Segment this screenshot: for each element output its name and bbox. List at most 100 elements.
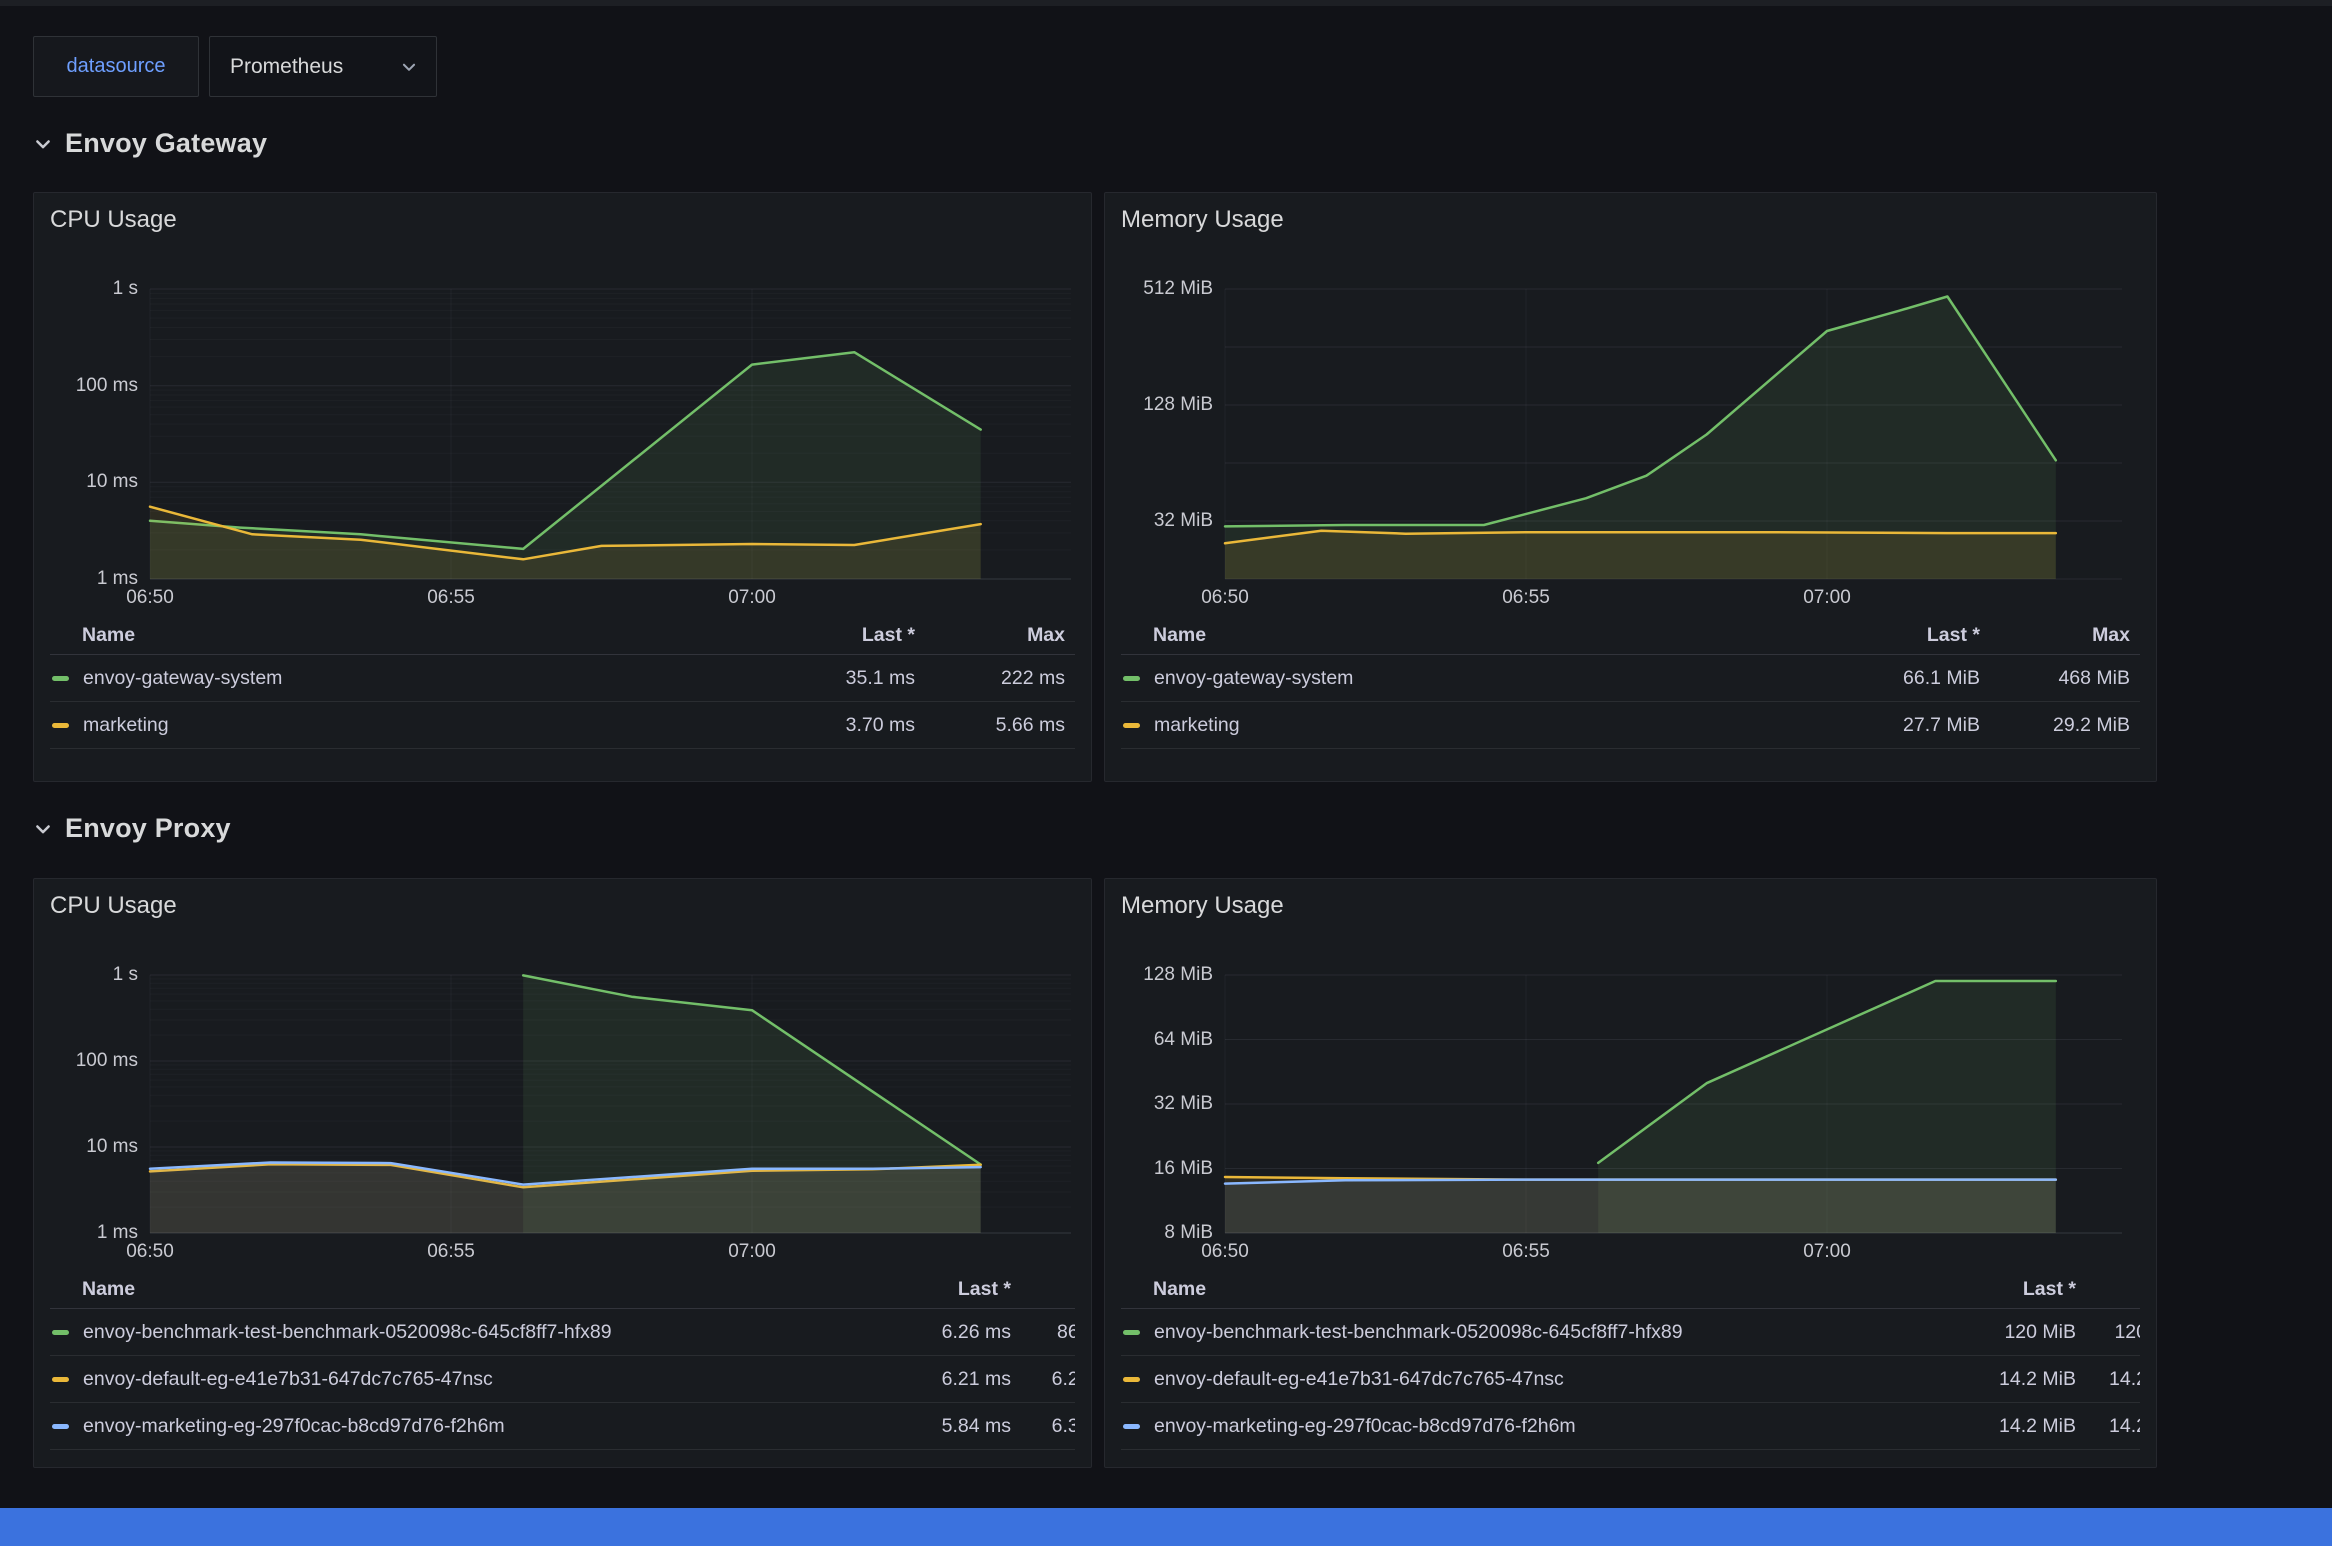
y-axis-tick-label: 100 ms (50, 375, 138, 397)
series-max-value: 29.2 MiB (1980, 714, 2130, 737)
series-color-swatch[interactable] (52, 1424, 69, 1429)
y-axis-tick-label: 1 s (50, 278, 138, 300)
series-color-swatch[interactable] (1123, 723, 1140, 728)
legend-column-last[interactable]: Last * (841, 1278, 1011, 1301)
panel-title[interactable]: Memory Usage (1121, 193, 2140, 235)
chevron-down-icon (33, 819, 53, 839)
x-axis-tick-label: 06:50 (1175, 587, 1275, 609)
legend-column-max[interactable]: Max (1980, 624, 2130, 647)
x-axis-tick-label: 06:50 (100, 587, 200, 609)
series-max-value: 14.2 MiB (2076, 1368, 2140, 1391)
panel-gateway-memory-usage: Memory Usage 512 MiB128 MiB32 MiB06:5006… (1104, 192, 2157, 782)
series-max-value: 6.32 ms (1011, 1415, 1075, 1438)
chart-canvas[interactable] (1121, 285, 2140, 611)
series-color-swatch[interactable] (1123, 1330, 1140, 1335)
series-last-value: 3.70 ms (745, 714, 915, 737)
y-axis-tick-label: 100 ms (50, 1050, 138, 1072)
legend-column-name[interactable]: Name (82, 1278, 841, 1301)
y-axis-tick-label: 512 MiB (1121, 278, 1213, 300)
legend-column-name[interactable]: Name (1153, 1278, 1906, 1301)
panel-title[interactable]: CPU Usage (50, 879, 1075, 921)
chart-canvas[interactable] (1121, 971, 2140, 1265)
legend-row: envoy-gateway-system 35.1 ms 222 ms (50, 655, 1075, 702)
legend-column-max[interactable]: Max (2076, 1278, 2140, 1301)
panel-title[interactable]: Memory Usage (1121, 879, 2140, 921)
panel-proxy-memory-usage: Memory Usage 128 MiB64 MiB32 MiB16 MiB8 … (1104, 878, 2157, 1468)
chart-canvas[interactable] (50, 285, 1075, 611)
series-last-value: 14.2 MiB (1906, 1368, 2076, 1391)
legend-row: envoy-marketing-eg-297f0cac-b8cd97d76-f2… (50, 1403, 1075, 1450)
legend-column-max[interactable]: Max (1011, 1278, 1075, 1301)
legend-column-last[interactable]: Last * (745, 624, 915, 647)
series-name[interactable]: marketing (83, 714, 745, 737)
legend-row: envoy-default-eg-e41e7b31-647dc7c765-47n… (50, 1356, 1075, 1403)
x-axis-tick-label: 06:55 (1476, 1241, 1576, 1263)
legend-column-name[interactable]: Name (82, 624, 745, 647)
variable-label-datasource[interactable]: datasource (33, 36, 199, 97)
chevron-down-icon (400, 58, 418, 76)
panel-gateway-cpu-usage: CPU Usage 1 s100 ms10 ms1 ms06:5006:5507… (33, 192, 1092, 782)
x-axis-tick-label: 06:55 (401, 1241, 501, 1263)
series-last-value: 35.1 ms (745, 667, 915, 690)
legend-column-max[interactable]: Max (915, 624, 1065, 647)
series-last-value: 5.84 ms (841, 1415, 1011, 1438)
section-header-envoy-gateway[interactable]: Envoy Gateway (33, 128, 267, 159)
series-last-value: 6.26 ms (841, 1321, 1011, 1344)
series-max-value: 860 ms (1011, 1321, 1075, 1344)
legend-row: envoy-default-eg-e41e7b31-647dc7c765-47n… (1121, 1356, 2140, 1403)
time-series-chart[interactable]: 128 MiB64 MiB32 MiB16 MiB8 MiB06:5006:55… (1121, 971, 2140, 1265)
series-color-swatch[interactable] (1123, 676, 1140, 681)
series-color-swatch[interactable] (52, 723, 69, 728)
series-color-swatch[interactable] (1123, 1424, 1140, 1429)
legend-column-last[interactable]: Last * (1810, 624, 1980, 647)
series-max-value: 222 ms (915, 667, 1065, 690)
legend-row: envoy-gateway-system 66.1 MiB 468 MiB (1121, 655, 2140, 702)
series-last-value: 6.21 ms (841, 1368, 1011, 1391)
legend-header: Name Last * Max (1121, 611, 2140, 655)
series-name[interactable]: marketing (1154, 714, 1810, 737)
x-axis-tick-label: 07:00 (1777, 1241, 1877, 1263)
series-max-value: 6.27 ms (1011, 1368, 1075, 1391)
y-axis-tick-label: 10 ms (50, 1136, 138, 1158)
y-axis-tick-label: 1 s (50, 964, 138, 986)
legend-row: marketing 3.70 ms 5.66 ms (50, 702, 1075, 749)
section-header-envoy-proxy[interactable]: Envoy Proxy (33, 813, 231, 844)
legend-column-last[interactable]: Last * (1906, 1278, 2076, 1301)
series-last-value: 66.1 MiB (1810, 667, 1980, 690)
series-name[interactable]: envoy-gateway-system (83, 667, 745, 690)
series-color-swatch[interactable] (1123, 1377, 1140, 1382)
legend-row: envoy-benchmark-test-benchmark-0520098c-… (1121, 1309, 2140, 1356)
series-last-value: 27.7 MiB (1810, 714, 1980, 737)
series-name[interactable]: envoy-default-eg-e41e7b31-647dc7c765-47n… (83, 1368, 841, 1391)
time-series-chart[interactable]: 512 MiB128 MiB32 MiB06:5006:5507:00 (1121, 285, 2140, 611)
template-variable-control: datasource Prometheus (33, 36, 437, 97)
series-color-swatch[interactable] (52, 676, 69, 681)
series-name[interactable]: envoy-gateway-system (1154, 667, 1810, 690)
y-axis-tick-label: 128 MiB (1121, 394, 1213, 416)
series-name[interactable]: envoy-benchmark-test-benchmark-0520098c-… (83, 1321, 841, 1344)
x-axis-tick-label: 07:00 (1777, 587, 1877, 609)
y-axis-tick-label: 64 MiB (1121, 1029, 1213, 1051)
series-color-swatch[interactable] (52, 1377, 69, 1382)
time-series-chart[interactable]: 1 s100 ms10 ms1 ms06:5006:5507:00 (50, 285, 1075, 611)
panel-title[interactable]: CPU Usage (50, 193, 1075, 235)
x-axis-tick-label: 07:00 (702, 1241, 802, 1263)
series-color-swatch[interactable] (52, 1330, 69, 1335)
series-name[interactable]: envoy-benchmark-test-benchmark-0520098c-… (1154, 1321, 1906, 1344)
bottom-bar (0, 1508, 2332, 1546)
datasource-dropdown[interactable]: Prometheus (209, 36, 437, 97)
time-series-chart[interactable]: 1 s100 ms10 ms1 ms06:5006:5507:00 (50, 971, 1075, 1265)
chart-canvas[interactable] (50, 971, 1075, 1265)
legend-column-name[interactable]: Name (1153, 624, 1810, 647)
datasource-dropdown-value: Prometheus (230, 55, 400, 79)
series-name[interactable]: envoy-default-eg-e41e7b31-647dc7c765-47n… (1154, 1368, 1906, 1391)
y-axis-tick-label: 16 MiB (1121, 1158, 1213, 1180)
series-max-value: 5.66 ms (915, 714, 1065, 737)
series-name[interactable]: envoy-marketing-eg-297f0cac-b8cd97d76-f2… (1154, 1415, 1906, 1438)
y-axis-tick-label: 128 MiB (1121, 964, 1213, 986)
window-top-strip (0, 0, 2332, 6)
series-name[interactable]: envoy-marketing-eg-297f0cac-b8cd97d76-f2… (83, 1415, 841, 1438)
legend-header: Name Last * Max (50, 611, 1075, 655)
legend-header: Name Last * Max (1121, 1265, 2140, 1309)
y-axis-tick-label: 32 MiB (1121, 1093, 1213, 1115)
